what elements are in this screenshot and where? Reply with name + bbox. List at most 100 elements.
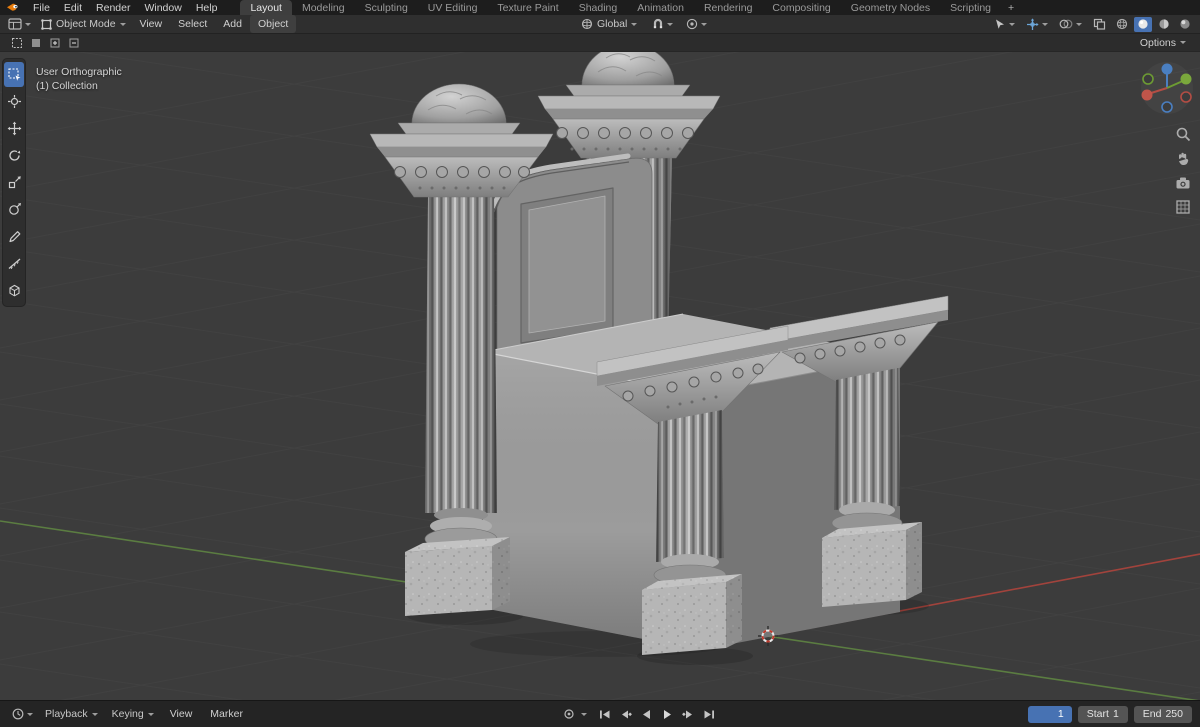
gizmo-axis-z — [1161, 63, 1173, 75]
viewport-side-controls — [1175, 126, 1191, 215]
workspace-tabs: Layout Modeling Sculpting UV Editing Tex… — [240, 0, 1021, 15]
menu-edit[interactable]: Edit — [57, 0, 89, 15]
menu-add[interactable]: Add — [215, 15, 250, 33]
menu-help[interactable]: Help — [189, 0, 225, 15]
transform-orientation-dropdown[interactable]: Global — [575, 16, 643, 32]
playback-controls — [560, 706, 719, 722]
options-button[interactable]: Options — [1134, 36, 1192, 50]
tab-uv-editing[interactable]: UV Editing — [418, 0, 488, 15]
xray-toggle[interactable] — [1089, 16, 1110, 32]
zoom-icon[interactable] — [1175, 126, 1191, 142]
tool-scale[interactable] — [4, 170, 24, 195]
tab-sculpting[interactable]: Sculpting — [355, 0, 418, 15]
tool-select-box[interactable] — [4, 62, 24, 87]
prev-keyframe-button[interactable] — [617, 706, 635, 722]
menu-select[interactable]: Select — [170, 15, 215, 33]
timeline-view-menu[interactable]: View — [162, 708, 201, 720]
jump-to-end-button[interactable] — [701, 706, 719, 722]
active-tool-select-box-icon[interactable] — [8, 36, 25, 50]
menu-render[interactable]: Render — [89, 0, 137, 15]
select-mode-extend-icon[interactable] — [46, 36, 63, 50]
select-mode-subtract-icon[interactable] — [65, 36, 82, 50]
select-mode-new-icon[interactable] — [27, 36, 44, 50]
topbar: File Edit Render Window Help Layout Mode… — [0, 0, 1200, 15]
tab-modeling[interactable]: Modeling — [292, 0, 355, 15]
shading-solid-button[interactable] — [1134, 16, 1153, 32]
viewport-area[interactable]: Options User Orthographic (1) Collection — [0, 34, 1200, 700]
tab-layout[interactable]: Layout — [240, 0, 292, 15]
frame-end-field[interactable]: End 250 — [1133, 705, 1192, 723]
tool-shelf — [2, 58, 26, 307]
gizmo-axis-y-neg — [1142, 73, 1154, 85]
timeline-editor-icon — [12, 708, 24, 720]
tool-add-cube[interactable] — [4, 278, 24, 303]
shading-material-button[interactable] — [1155, 17, 1173, 32]
tool-measure[interactable] — [4, 251, 24, 276]
mode-dropdown[interactable]: Object Mode — [35, 16, 132, 32]
tab-compositing[interactable]: Compositing — [762, 0, 840, 15]
snap-toggle[interactable] — [648, 16, 677, 32]
next-keyframe-button[interactable] — [680, 706, 698, 722]
add-workspace-button[interactable]: + — [1001, 0, 1021, 15]
overlays-icon — [1059, 19, 1073, 29]
throne-model[interactable] — [369, 52, 949, 665]
dome — [411, 83, 507, 124]
shading-wireframe-button[interactable] — [1113, 17, 1131, 32]
gizmo-axis-z-neg — [1161, 101, 1173, 113]
gizmo-axis-x — [1141, 89, 1153, 101]
play-button[interactable] — [659, 706, 677, 722]
nav-gizmo[interactable] — [1139, 60, 1195, 116]
proportional-editing-dropdown[interactable] — [682, 16, 711, 32]
stone-base — [405, 537, 510, 616]
current-frame-field[interactable]: 1 — [1027, 705, 1072, 723]
shading-wireframe-icon — [1116, 18, 1128, 30]
capital — [552, 118, 705, 159]
shading-solid-icon — [1138, 19, 1148, 29]
tab-shading[interactable]: Shading — [569, 0, 628, 15]
tool-cursor[interactable] — [4, 89, 24, 114]
playback-menu[interactable]: Playback — [39, 706, 104, 722]
shading-rendered-icon — [1180, 19, 1190, 29]
orientation-label: Global — [597, 18, 628, 30]
tool-move[interactable] — [4, 116, 24, 141]
mode-label: Object Mode — [56, 18, 116, 30]
tool-settings-bar: Options — [0, 34, 1200, 52]
menu-file[interactable]: File — [26, 0, 57, 15]
overlays-dropdown[interactable] — [1055, 16, 1086, 32]
menu-view[interactable]: View — [132, 15, 171, 33]
jump-to-start-button[interactable] — [596, 706, 614, 722]
timeline-marker-menu[interactable]: Marker — [202, 708, 251, 720]
tab-geometry-nodes[interactable]: Geometry Nodes — [841, 0, 940, 15]
timeline-editor-type-button[interactable] — [8, 706, 37, 722]
toggle-projection-icon[interactable] — [1175, 199, 1191, 215]
play-reverse-button[interactable] — [638, 706, 656, 722]
tab-rendering[interactable]: Rendering — [694, 0, 762, 15]
editor-type-button[interactable] — [4, 16, 35, 32]
viewport-header: Object Mode View Select Add Object Globa… — [0, 15, 1200, 34]
shading-material-icon — [1159, 19, 1169, 29]
tab-animation[interactable]: Animation — [627, 0, 694, 15]
object-mode-icon — [41, 18, 52, 30]
selectability-dropdown[interactable] — [990, 16, 1019, 32]
menu-window[interactable]: Window — [137, 0, 188, 15]
keying-menu[interactable]: Keying — [106, 706, 160, 722]
gizmo-axis-y — [1180, 73, 1192, 85]
tab-scripting[interactable]: Scripting — [940, 0, 1001, 15]
camera-view-icon[interactable] — [1175, 176, 1191, 190]
timeline-bar: Playback Keying View Marker 1 Start 1 En… — [0, 700, 1200, 727]
3d-viewport-scene[interactable] — [0, 52, 1200, 700]
gizmos-dropdown[interactable] — [1022, 16, 1052, 32]
tab-texture-paint[interactable]: Texture Paint — [487, 0, 568, 15]
tool-rotate[interactable] — [4, 143, 24, 168]
menu-object[interactable]: Object — [249, 15, 297, 33]
dome — [581, 52, 675, 86]
blender-logo-icon[interactable] — [0, 2, 26, 13]
stone-base — [822, 522, 922, 607]
select-cursor-icon — [996, 19, 1005, 29]
tool-annotate[interactable] — [4, 224, 24, 249]
pan-hand-icon[interactable] — [1175, 151, 1191, 167]
tool-transform[interactable] — [4, 197, 24, 222]
shading-rendered-button[interactable] — [1176, 17, 1194, 32]
auto-keying-toggle[interactable] — [560, 706, 578, 722]
frame-start-field[interactable]: Start 1 — [1077, 705, 1128, 723]
